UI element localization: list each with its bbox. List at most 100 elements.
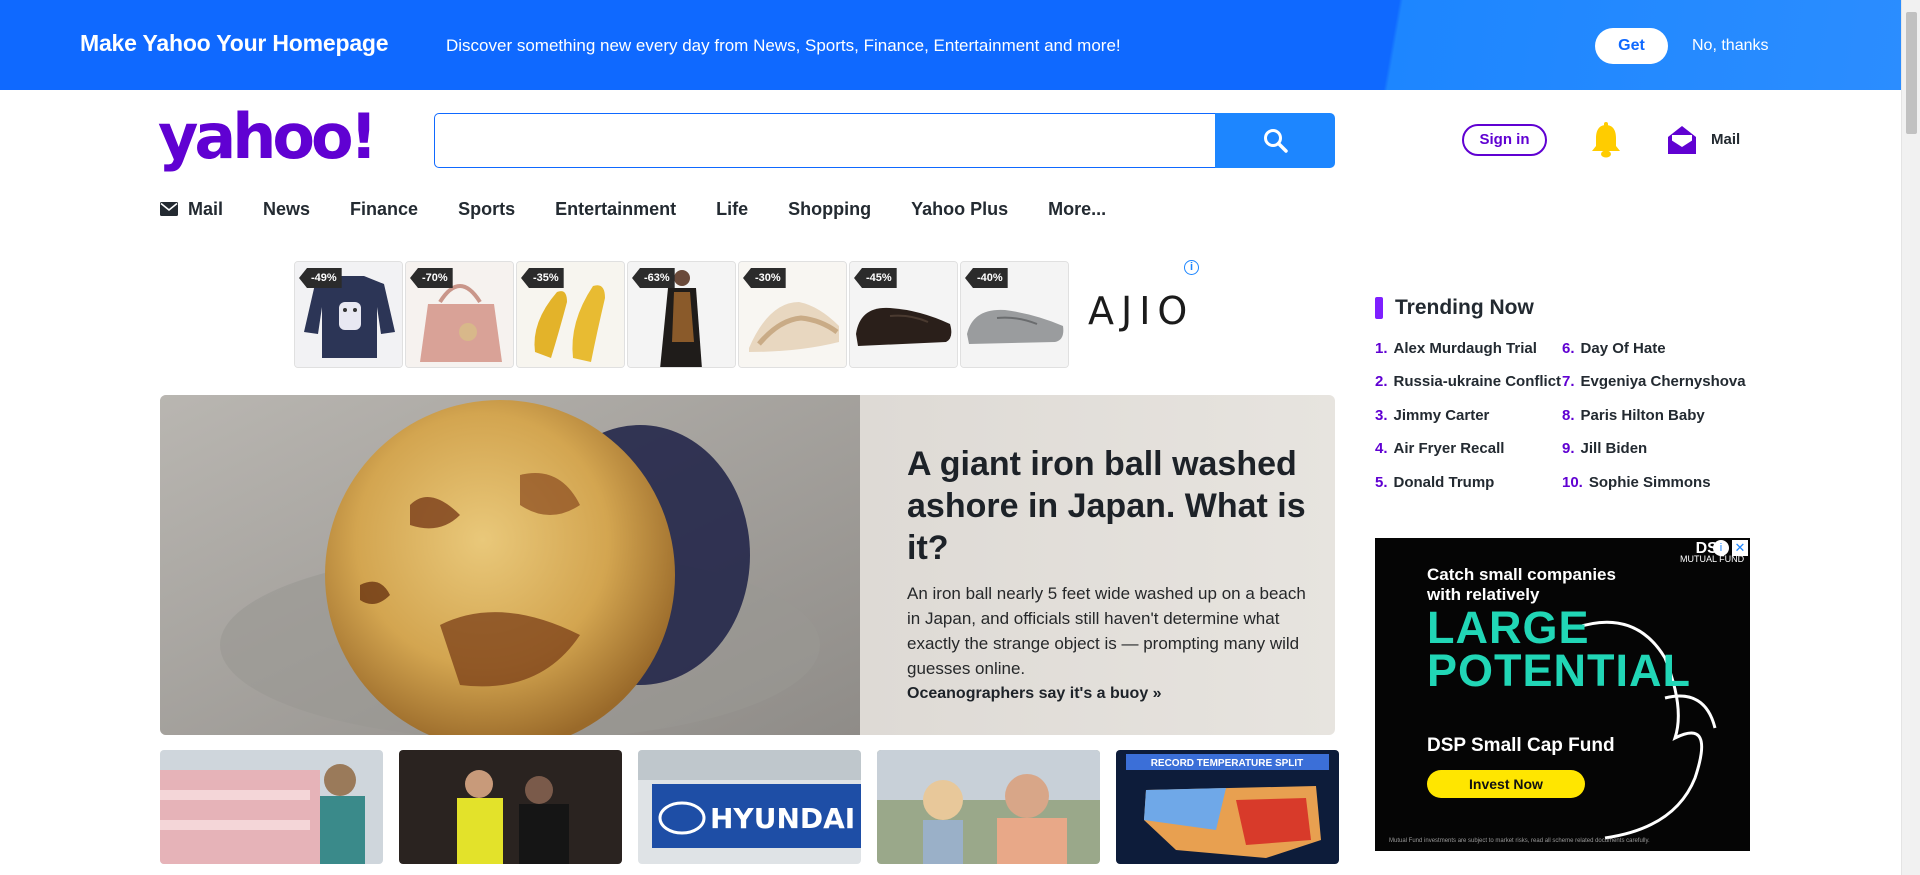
search-button[interactable] <box>1215 113 1335 168</box>
trending-label: Paris Hilton Baby <box>1580 407 1705 424</box>
trending-item[interactable]: 6. Day Of Hate <box>1562 340 1666 357</box>
hero-summary: An iron ball nearly 5 feet wide washed u… <box>907 584 1306 678</box>
hero-story[interactable]: A giant iron ball washed ashore in Japan… <box>160 395 1335 735</box>
trending-item[interactable]: 1. Alex Murdaugh Trial <box>1375 340 1537 357</box>
yahoo-logo[interactable]: yahoo! <box>158 106 378 168</box>
trending-label: Jill Biden <box>1580 440 1648 457</box>
thumb-temperature-map[interactable]: RECORD TEMPERATURE SPLIT <box>1116 750 1339 864</box>
hero-headline[interactable]: A giant iron ball washed ashore in Japan… <box>907 443 1307 569</box>
promo-get-button[interactable]: Get <box>1595 28 1668 64</box>
discount-tag: -35% <box>521 268 564 288</box>
ajio-logo[interactable]: AJIO <box>1088 289 1194 333</box>
temperature-map-image: RECORD TEMPERATURE SPLIT <box>1116 750 1339 864</box>
discount-tag: -30% <box>743 268 786 288</box>
ajio-ad-strip[interactable]: -49% -70% -35% -63% -30% -45% -40% <box>294 261 1072 368</box>
trending-label: Day Of Hate <box>1580 340 1666 357</box>
nav-item-sports[interactable]: Sports <box>458 197 515 221</box>
nav-item-more[interactable]: More... <box>1048 197 1106 221</box>
trending-num: 3. <box>1375 407 1388 424</box>
homepage-promo-banner: Make Yahoo Your Homepage Discover someth… <box>0 0 1901 90</box>
trending-item[interactable]: 9. Jill Biden <box>1562 440 1647 457</box>
ad-product-loafers[interactable]: -45% <box>849 261 958 368</box>
hero-text: A giant iron ball washed ashore in Japan… <box>907 443 1307 703</box>
nav-item-yahoo-plus[interactable]: Yahoo Plus <box>911 197 1008 221</box>
ad-product-sweatshirt[interactable]: -49% <box>294 261 403 368</box>
thumb-hyundai[interactable]: HYUNDAI <box>638 750 861 864</box>
trending-num: 2. <box>1375 373 1388 390</box>
trending-item[interactable]: 10. Sophie Simmons <box>1562 474 1711 491</box>
nav-item-news[interactable]: News <box>263 197 310 221</box>
ad-fund-name: DSP Small Cap Fund <box>1427 735 1615 756</box>
grocery-image <box>160 750 383 864</box>
nav-item-entertainment[interactable]: Entertainment <box>555 197 676 221</box>
discount-tag: -45% <box>854 268 897 288</box>
bell-icon <box>1592 122 1620 158</box>
ad-invest-button[interactable]: Invest Now <box>1427 770 1585 798</box>
child-man-image <box>877 750 1100 864</box>
search-icon <box>1264 129 1288 153</box>
nav-label: Mail <box>188 198 224 219</box>
hero-related-link[interactable]: Oceanographers say it's a buoy » <box>907 685 1307 703</box>
trending-label: Sophie Simmons <box>1588 474 1711 491</box>
page-scrollbar[interactable] <box>1901 0 1920 875</box>
trending-item[interactable]: 4. Air Fryer Recall <box>1375 440 1504 457</box>
ad-product-saree[interactable]: -63% <box>627 261 736 368</box>
trending-item[interactable]: 2. Russia-ukraine Conflict <box>1375 373 1561 390</box>
trending-num: 4. <box>1375 440 1388 457</box>
soccer-image <box>399 750 622 864</box>
nav-item-mail[interactable]: Mail <box>160 197 223 221</box>
story-thumbnails: HYUNDAI RECORD TEMPERATURE SPLIT <box>160 750 1339 864</box>
dsp-side-ad[interactable]: Catch small companies with relatively LA… <box>1375 538 1750 851</box>
trending-label: Russia-ukraine Conflict <box>1393 373 1562 390</box>
ad-info-icon[interactable]: i <box>1184 260 1199 275</box>
trending-item[interactable]: 8. Paris Hilton Baby <box>1562 407 1705 424</box>
discount-tag: -40% <box>965 268 1008 288</box>
map-title-text: RECORD TEMPERATURE SPLIT <box>1151 758 1304 769</box>
nav-item-shopping[interactable]: Shopping <box>788 197 871 221</box>
trending-num: 10. <box>1562 474 1583 491</box>
promo-subtitle: Discover something new every day from Ne… <box>446 36 1121 55</box>
discount-tag: -63% <box>632 268 675 288</box>
hyundai-sign-image: HYUNDAI <box>638 750 861 864</box>
ad-product-handbag[interactable]: -70% <box>405 261 514 368</box>
envelope-icon <box>160 202 178 216</box>
ad-big-text: LARGE POTENTIAL <box>1427 605 1691 696</box>
ad-headline-line1: Catch small companies <box>1427 565 1616 584</box>
thumb-child-man[interactable] <box>877 750 1100 864</box>
mail-label[interactable]: Mail <box>1711 131 1740 148</box>
thumb-soccer[interactable] <box>399 750 622 864</box>
trending-item[interactable]: 5. Donald Trump <box>1375 474 1494 491</box>
ad-product-grey-shoes[interactable]: -40% <box>960 261 1069 368</box>
promo-decline-link[interactable]: No, thanks <box>1692 37 1768 55</box>
ad-product-sandals[interactable]: -30% <box>738 261 847 368</box>
scrollbar-thumb[interactable] <box>1906 12 1917 134</box>
search-box[interactable] <box>434 113 1216 168</box>
ad-product-flats[interactable]: -35% <box>516 261 625 368</box>
trending-num: 8. <box>1562 407 1575 424</box>
nav-item-life[interactable]: Life <box>716 197 748 221</box>
notifications-button[interactable] <box>1588 122 1624 165</box>
hero-iron-ball-image <box>160 395 860 735</box>
trending-num: 9. <box>1562 440 1575 457</box>
hyundai-text: HYUNDAI <box>710 802 855 835</box>
trending-item[interactable]: 7. Evgeniya Chernyshova <box>1562 373 1746 390</box>
discount-tag: -70% <box>410 268 453 288</box>
ad-big-line2: POTENTIAL <box>1427 645 1691 696</box>
discount-tag: -49% <box>299 268 342 288</box>
nav-item-finance[interactable]: Finance <box>350 197 418 221</box>
trending-label: Alex Murdaugh Trial <box>1393 340 1537 357</box>
trending-label: Air Fryer Recall <box>1393 440 1505 457</box>
close-icon[interactable]: ✕ <box>1732 540 1748 556</box>
mail-button[interactable] <box>1666 124 1698 161</box>
trending-num: 7. <box>1562 373 1575 390</box>
sign-in-button[interactable]: Sign in <box>1462 124 1547 156</box>
mail-icon <box>1668 126 1696 154</box>
thumb-grocery[interactable] <box>160 750 383 864</box>
trending-header: Trending Now <box>1375 296 1534 320</box>
trending-item[interactable]: 3. Jimmy Carter <box>1375 407 1489 424</box>
search-input[interactable] <box>435 114 1216 167</box>
trending-num: 6. <box>1562 340 1575 357</box>
trending-label: Jimmy Carter <box>1393 407 1490 424</box>
info-icon[interactable]: i <box>1713 540 1729 556</box>
main-nav: Mail News Finance Sports Entertainment L… <box>160 197 1146 221</box>
